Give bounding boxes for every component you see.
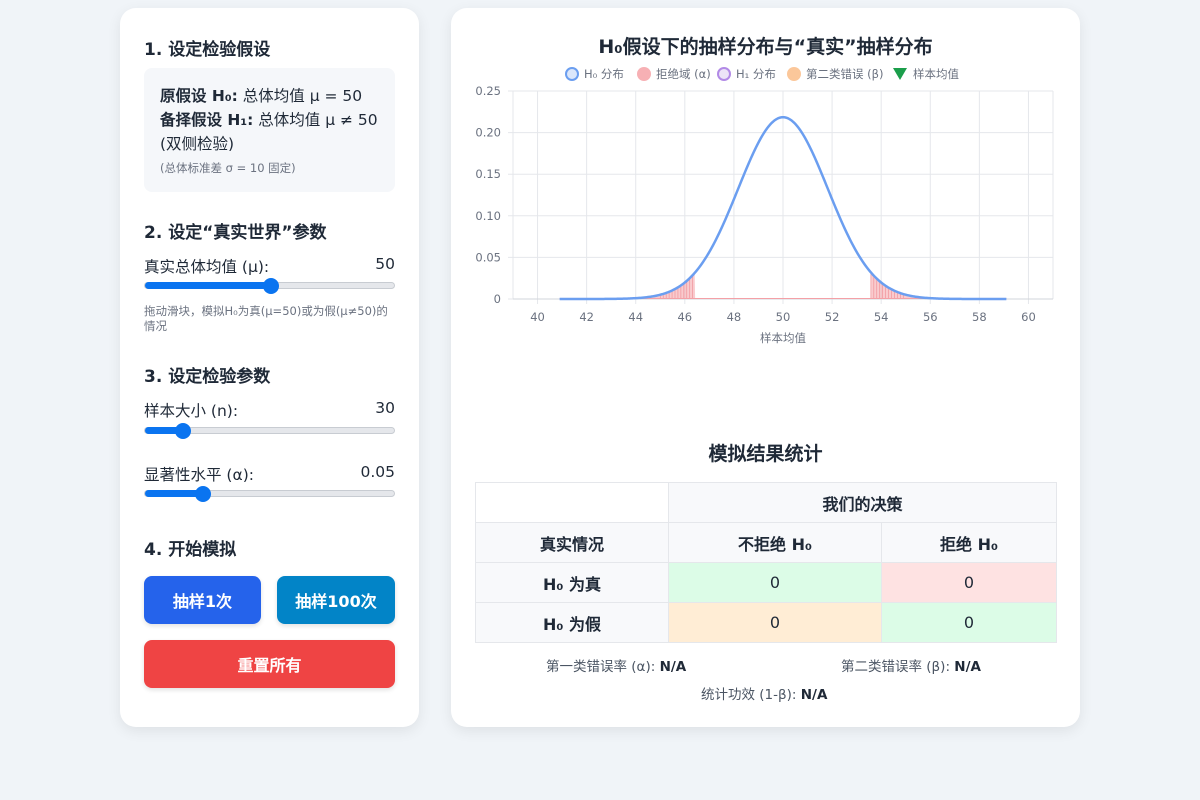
x-tick-label: 60: [1021, 310, 1036, 324]
h0-label: 原假设 H₀:: [160, 87, 238, 105]
x-tick-label: 48: [727, 310, 742, 324]
true-mean-slider[interactable]: [144, 278, 395, 294]
slider-fill: [145, 282, 271, 289]
type2-rate: 第二类错误率 (β): N/A: [841, 655, 981, 675]
sample-once-button[interactable]: 抽样1次: [144, 576, 261, 624]
count-type2-error: 0: [668, 602, 882, 643]
true-mean-label: 真实总体均值 (μ):: [144, 258, 270, 276]
section-title-simulate: 4. 开始模拟: [144, 540, 237, 560]
power: 统计功效 (1-β): N/A: [701, 683, 827, 703]
alpha-slider[interactable]: [144, 486, 395, 502]
section-title-hypothesis: 1. 设定检验假设: [144, 40, 271, 60]
results-panel: H₀假设下的抽样分布与“真实”抽样分布 H₀ 分布 拒绝域 (α) H₁ 分布 …: [451, 8, 1080, 727]
type1-rate-value: N/A: [659, 659, 687, 675]
type1-rate: 第一类错误率 (α): N/A: [546, 655, 686, 675]
type2-rate-label: 第二类错误率 (β):: [841, 659, 950, 675]
true-mean-value: 50: [375, 255, 395, 273]
col-not-reject: 不拒绝 H₀: [668, 522, 882, 563]
y-tick-label: 0.20: [475, 126, 501, 140]
slider-thumb[interactable]: [194, 486, 211, 502]
power-value: N/A: [800, 687, 828, 703]
h1-test-type: (双侧检验): [160, 135, 235, 153]
x-tick-label: 56: [923, 310, 938, 324]
x-tick-label: 44: [628, 310, 643, 324]
x-tick-label: 46: [677, 310, 692, 324]
y-tick-label: 0.25: [475, 84, 501, 98]
x-tick-label: 52: [825, 310, 840, 324]
x-axis-label: 样本均值: [760, 331, 806, 345]
y-tick-label: 0: [494, 292, 501, 306]
col-reject: 拒绝 H₀: [880, 522, 1058, 563]
y-tick-label: 0.10: [475, 209, 501, 223]
control-panel: 1. 设定检验假设 原假设 H₀: 总体均值 μ = 50 备择假设 H₁: 总…: [120, 8, 419, 727]
truth-header: 真实情况: [475, 522, 669, 563]
x-tick-label: 58: [972, 310, 987, 324]
row-h0-false: H₀ 为假: [475, 602, 669, 643]
x-tick-label: 54: [874, 310, 889, 324]
slider-thumb[interactable]: [262, 278, 279, 294]
sample-100-button[interactable]: 抽样100次: [277, 576, 395, 624]
section-title-true-world: 2. 设定“真实世界”参数: [144, 223, 327, 243]
x-tick-label: 42: [579, 310, 594, 324]
type2-rate-value: N/A: [954, 659, 981, 675]
matrix-corner: [475, 482, 669, 523]
reset-all-button[interactable]: 重置所有: [144, 640, 395, 688]
alpha-label: 显著性水平 (α):: [144, 466, 254, 484]
y-tick-label: 0.15: [475, 167, 501, 181]
sigma-note: (总体标准差 σ = 10 固定): [160, 161, 296, 175]
power-label: 统计功效 (1-β):: [701, 687, 797, 703]
sample-size-slider[interactable]: [144, 423, 395, 439]
h0-text: 总体均值 μ = 50: [242, 87, 363, 105]
alpha-value: 0.05: [360, 463, 395, 481]
count-true-negative: 0: [668, 562, 882, 603]
x-tick-label: 40: [530, 310, 545, 324]
x-tick-label: 50: [776, 310, 791, 324]
true-mean-hint: 拖动滑块，模拟H₀为真(μ=50)或为假(μ≠50)的情况: [144, 304, 388, 333]
sampling-distribution-chart: 40 42 44 46 48 50 52 54 56 58 60 0 0.05 0.10 0.15 0.20 0…: [475, 84, 1054, 345]
sample-size-label: 样本大小 (n):: [144, 402, 239, 420]
decision-header: 我们的决策: [667, 482, 1058, 523]
count-type1-error: 0: [880, 562, 1058, 603]
h1-label: 备择假设 H₁:: [160, 111, 254, 129]
y-tick-label: 0.05: [475, 250, 501, 264]
section-title-test-params: 3. 设定检验参数: [144, 367, 271, 387]
h1-text: 总体均值 μ ≠ 50: [258, 111, 378, 129]
count-true-positive: 0: [880, 602, 1058, 643]
sample-size-value: 30: [375, 399, 395, 417]
row-h0-true: H₀ 为真: [475, 562, 669, 603]
slider-thumb[interactable]: [174, 423, 191, 439]
hypothesis-box: 原假设 H₀: 总体均值 μ = 50 备择假设 H₁: 总体均值 μ ≠ 50…: [144, 68, 395, 192]
confusion-matrix: 我们的决策 真实情况 不拒绝 H₀ 拒绝 H₀ H₀ 为真 0 0 H₀ 为假 …: [475, 482, 1058, 643]
type1-rate-label: 第一类错误率 (α):: [546, 659, 656, 675]
stats-title: 模拟结果统计: [708, 443, 823, 465]
